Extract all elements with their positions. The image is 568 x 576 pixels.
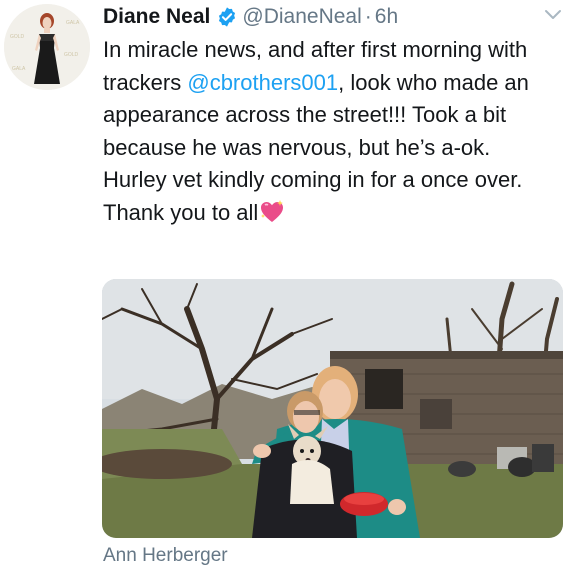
svg-text:GOLD: GOLD bbox=[10, 34, 25, 40]
photo-credit[interactable]: Ann Herberger bbox=[103, 545, 228, 567]
tweet-text: In miracle news, and after first morning… bbox=[103, 34, 553, 229]
timestamp[interactable]: 6h bbox=[375, 5, 398, 29]
user-handle[interactable]: @DianeNeal bbox=[242, 5, 361, 29]
avatar[interactable]: GOLD GALA GOLD GALA bbox=[4, 4, 90, 90]
chevron-down-icon[interactable] bbox=[544, 8, 562, 20]
mention-link[interactable]: @cbrothers001 bbox=[187, 70, 338, 95]
tweet[interactable]: GOLD GALA GOLD GALA Diane Neal @DianeNea… bbox=[0, 0, 568, 576]
verified-badge-icon bbox=[216, 6, 238, 28]
svg-text:GOLD: GOLD bbox=[64, 52, 79, 58]
separator-dot: · bbox=[364, 5, 372, 28]
sparkling-heart-icon bbox=[259, 199, 285, 225]
svg-text:GALA: GALA bbox=[66, 20, 80, 26]
display-name[interactable]: Diane Neal bbox=[103, 5, 210, 29]
tweet-header: Diane Neal @DianeNeal · 6h bbox=[103, 2, 528, 32]
tweet-photo[interactable] bbox=[102, 279, 563, 538]
svg-text:GALA: GALA bbox=[12, 66, 26, 72]
